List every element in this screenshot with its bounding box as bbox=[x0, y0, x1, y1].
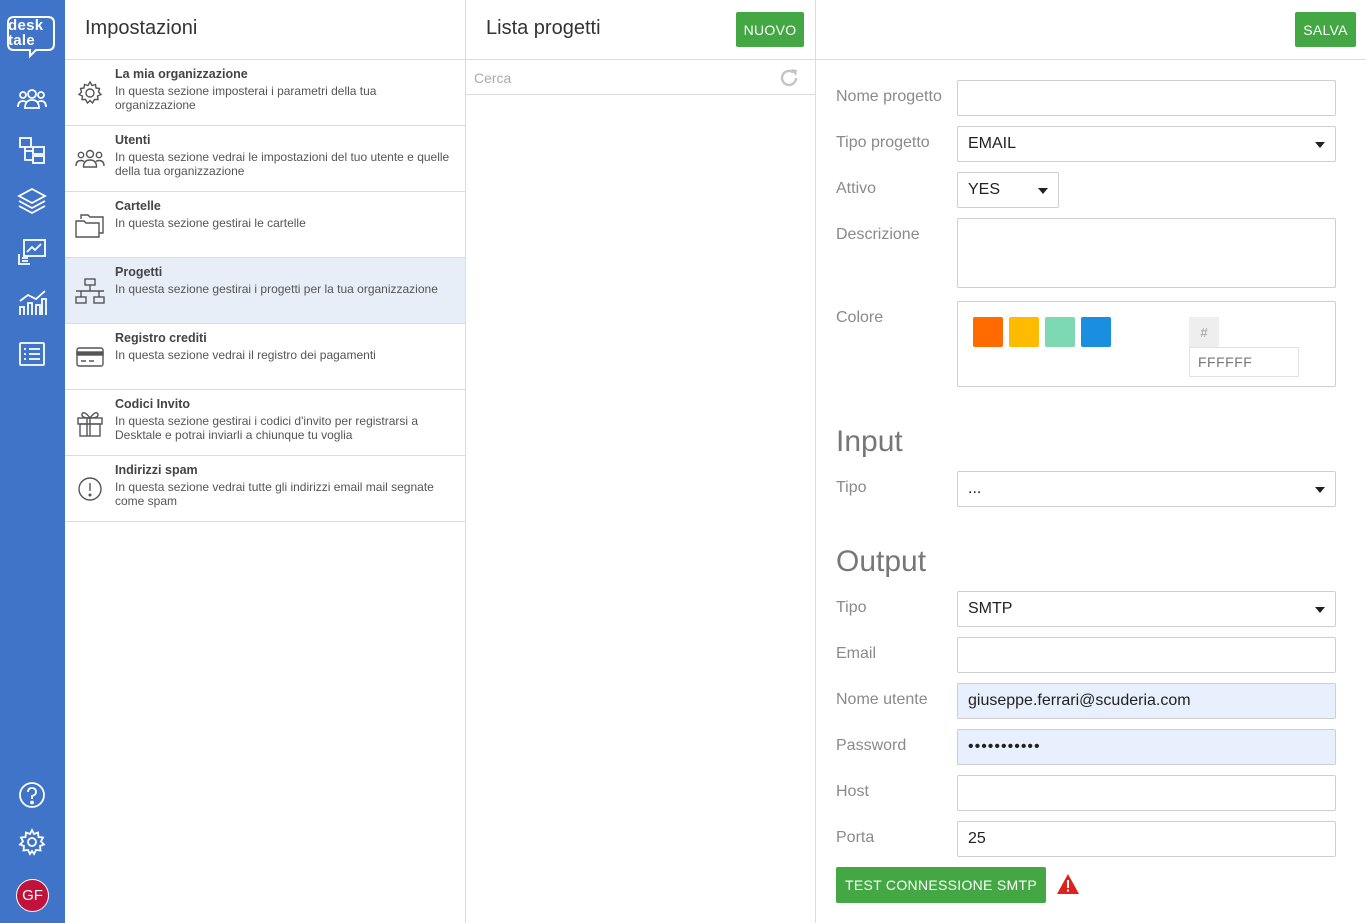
new-project-button[interactable]: NUOVO bbox=[736, 12, 804, 47]
settings-item-desc: In questa sezione imposterai i parametri… bbox=[115, 84, 377, 112]
warning-icon bbox=[1057, 874, 1079, 894]
project-search bbox=[466, 60, 815, 95]
chevron-down-icon bbox=[1315, 142, 1325, 148]
settings-item-projects[interactable]: Progetti In questa sezione gestirai i pr… bbox=[65, 258, 465, 324]
search-input[interactable] bbox=[474, 68, 764, 88]
output-section-title: Output bbox=[836, 545, 927, 578]
color-swatch-orange[interactable] bbox=[973, 317, 1003, 347]
port-input[interactable]: 25 bbox=[957, 821, 1336, 857]
desktale-logo[interactable]: desk tale bbox=[6, 14, 56, 60]
color-swatch-mint[interactable] bbox=[1045, 317, 1075, 347]
settings-item-desc: In questa sezione vedrai il registro dei… bbox=[115, 348, 376, 362]
app-sidebar: desk tale GF bbox=[0, 0, 65, 923]
projects-panel: Lista progetti NUOVO bbox=[466, 0, 816, 923]
project-form: SALVA Nome progetto Tipo progetto EMAIL … bbox=[816, 0, 1366, 923]
chevron-down-icon bbox=[1038, 188, 1048, 194]
email-label: Email bbox=[836, 645, 877, 662]
input-type-label: Tipo bbox=[836, 479, 867, 496]
settings-panel: Impostazioni La mia organizzazione In qu… bbox=[65, 0, 466, 923]
description-textarea[interactable] bbox=[957, 218, 1336, 288]
settings-item-desc: In questa sezione vedrai le impostazioni… bbox=[115, 150, 450, 178]
settings-item-title: Cartelle bbox=[115, 199, 161, 213]
settings-item-invite-codes[interactable]: Codici Invito In questa sezione gestirai… bbox=[65, 390, 465, 456]
settings-item-folders[interactable]: Cartelle In questa sezione gestirai le c… bbox=[65, 192, 465, 258]
logo-text-bottom: tale bbox=[8, 32, 36, 49]
bar-chart-icon[interactable] bbox=[15, 286, 49, 320]
divider bbox=[816, 59, 1366, 60]
settings-item-title: Registro crediti bbox=[115, 331, 207, 345]
settings-item-desc: In questa sezione gestirai le cartelle bbox=[115, 216, 306, 230]
input-type-select[interactable]: ... bbox=[957, 471, 1336, 507]
output-type-label: Tipo bbox=[836, 599, 867, 616]
settings-item-desc: In questa sezione gestirai i codici d'in… bbox=[115, 414, 419, 442]
input-type-value: ... bbox=[968, 480, 982, 497]
password-input[interactable]: ••••••••••• bbox=[957, 729, 1336, 765]
refresh-icon[interactable] bbox=[777, 66, 801, 90]
username-label: Nome utente bbox=[836, 691, 928, 708]
active-value: YES bbox=[968, 181, 1001, 198]
settings-item-title: La mia organizzazione bbox=[115, 67, 248, 81]
alert-circle-icon bbox=[74, 473, 106, 505]
folders-tree-icon[interactable] bbox=[15, 133, 49, 167]
password-label: Password bbox=[836, 737, 907, 754]
output-type-select[interactable]: SMTP bbox=[957, 591, 1336, 627]
color-swatch-yellow[interactable] bbox=[1009, 317, 1039, 347]
port-label: Porta bbox=[836, 829, 875, 846]
hash-prefix: # bbox=[1189, 317, 1219, 347]
sitemap-icon bbox=[74, 275, 106, 307]
description-label: Descrizione bbox=[836, 226, 920, 243]
host-label: Host bbox=[836, 783, 869, 800]
users-icon[interactable] bbox=[15, 82, 49, 116]
users-icon bbox=[74, 143, 106, 175]
project-type-value: EMAIL bbox=[968, 135, 1017, 152]
color-swatch-blue[interactable] bbox=[1081, 317, 1111, 347]
email-input[interactable] bbox=[957, 637, 1336, 673]
credit-card-icon bbox=[74, 341, 106, 373]
save-button[interactable]: SALVA bbox=[1295, 12, 1356, 47]
settings-item-desc: In questa sezione vedrai tutte gli indir… bbox=[115, 480, 434, 508]
host-input[interactable] bbox=[957, 775, 1336, 811]
settings-title: Impostazioni bbox=[85, 17, 198, 39]
active-select[interactable]: YES bbox=[957, 172, 1059, 208]
gift-icon bbox=[74, 407, 106, 439]
chevron-down-icon bbox=[1315, 607, 1325, 613]
color-picker: # FFFFFF bbox=[957, 301, 1336, 387]
list-icon[interactable] bbox=[15, 337, 49, 371]
folder-icon bbox=[74, 209, 106, 241]
project-name-label: Nome progetto bbox=[836, 88, 942, 105]
output-type-value: SMTP bbox=[968, 600, 1013, 617]
settings-item-credits[interactable]: Registro crediti In questa sezione vedra… bbox=[65, 324, 465, 390]
hex-color-input[interactable]: FFFFFF bbox=[1189, 347, 1299, 377]
project-name-input[interactable] bbox=[957, 80, 1336, 116]
active-label: Attivo bbox=[836, 180, 877, 197]
test-smtp-button[interactable]: TEST CONNESSIONE SMTP bbox=[836, 867, 1046, 903]
settings-item-organization[interactable]: La mia organizzazione In questa sezione … bbox=[65, 60, 465, 126]
settings-item-spam[interactable]: Indirizzi spam In questa sezione vedrai … bbox=[65, 456, 465, 522]
input-section-title: Input bbox=[836, 425, 903, 458]
settings-item-title: Codici Invito bbox=[115, 397, 190, 411]
settings-item-title: Utenti bbox=[115, 133, 151, 147]
username-input[interactable]: giuseppe.ferrari@scuderia.com bbox=[957, 683, 1336, 719]
projects-title: Lista progetti bbox=[486, 17, 601, 39]
settings-list: La mia organizzazione In questa sezione … bbox=[65, 59, 465, 522]
gear-icon bbox=[74, 77, 106, 109]
project-type-label: Tipo progetto bbox=[836, 134, 930, 151]
settings-item-title: Progetti bbox=[115, 265, 163, 279]
settings-item-title: Indirizzi spam bbox=[115, 463, 198, 477]
chevron-down-icon bbox=[1315, 487, 1325, 493]
color-label: Colore bbox=[836, 309, 884, 326]
chart-monitor-icon[interactable] bbox=[15, 235, 49, 269]
user-avatar[interactable]: GF bbox=[16, 879, 49, 912]
gear-icon[interactable] bbox=[15, 825, 49, 859]
settings-item-users[interactable]: Utenti In questa sezione vedrai le impos… bbox=[65, 126, 465, 192]
help-icon[interactable] bbox=[15, 778, 49, 812]
project-type-select[interactable]: EMAIL bbox=[957, 126, 1336, 162]
settings-item-desc: In questa sezione gestirai i progetti pe… bbox=[115, 282, 438, 296]
layers-icon[interactable] bbox=[15, 184, 49, 218]
